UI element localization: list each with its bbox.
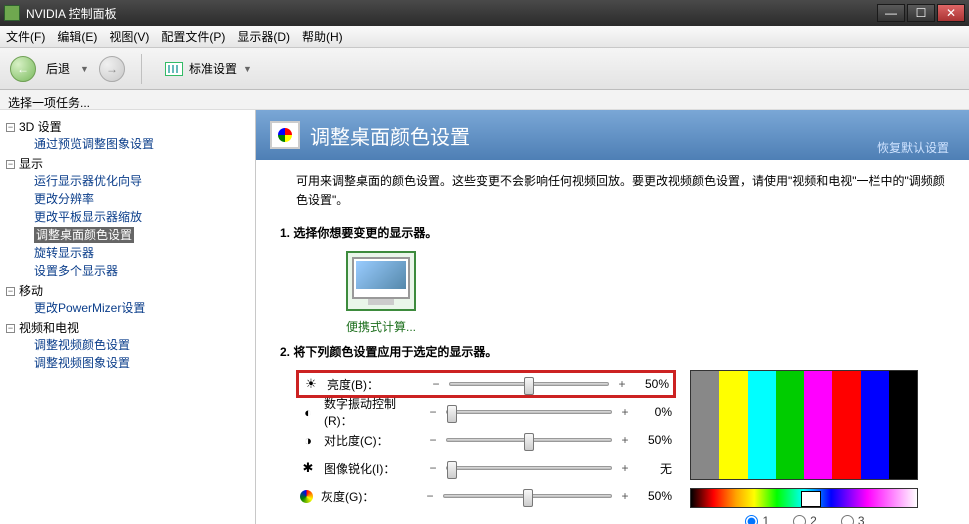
tree-leaf-3d-preview[interactable]: 通过预览调整图象设置 — [4, 135, 251, 153]
color-wheel-icon — [278, 128, 292, 142]
back-label: 后退 — [46, 60, 70, 77]
separator — [141, 54, 142, 84]
tree-leaf-rotate[interactable]: 旋转显示器 — [4, 244, 251, 262]
sharpen-label: 图像锐化(I)： — [324, 460, 420, 477]
tree-leaf-multidisplay[interactable]: 设置多个显示器 — [4, 262, 251, 280]
display-caption: 便携式计算... — [336, 318, 426, 335]
step1-heading: 1. 选择你想要变更的显示器。 — [280, 224, 949, 241]
page-banner: 调整桌面颜色设置 恢复默认设置 — [256, 110, 969, 160]
banner-icon — [270, 121, 300, 149]
sharpen-minus[interactable]: − — [428, 461, 438, 475]
tree-cat-display[interactable]: −显示 — [4, 155, 251, 172]
maximize-button[interactable]: ☐ — [907, 4, 935, 22]
back-button[interactable]: ← — [10, 56, 36, 82]
brightness-label: 亮度(B)： — [327, 376, 423, 393]
collapse-icon[interactable]: − — [6, 324, 15, 333]
tree-leaf-resolution[interactable]: 更改分辨率 — [4, 190, 251, 208]
gamma-plus[interactable]: + — [620, 489, 630, 503]
tree-cat-video[interactable]: −视频和电视 — [4, 319, 251, 336]
slider-row-gamma: 灰度(G)： − + 50% — [296, 482, 676, 510]
task-heading: 选择一项任务... — [0, 90, 969, 110]
back-dropdown-icon[interactable]: ▼ — [80, 64, 89, 74]
gamma-value: 50% — [638, 489, 672, 503]
menubar: 文件(F) 编辑(E) 视图(V) 配置文件(P) 显示器(D) 帮助(H) — [0, 26, 969, 48]
contrast-plus[interactable]: + — [620, 433, 630, 447]
monitor-icon — [352, 257, 410, 299]
contrast-label: 对比度(C)： — [324, 432, 420, 449]
slider-row-sharpen: ✱ 图像锐化(I)： − + 无 — [296, 454, 676, 482]
tree-leaf-flatpanel[interactable]: 更改平板显示器缩放 — [4, 208, 251, 226]
vibrance-minus[interactable]: − — [428, 405, 438, 419]
preview-panel: 1 2 3 预览图像 (W)： — [690, 370, 920, 524]
vibrance-plus[interactable]: + — [620, 405, 630, 419]
app-icon — [4, 5, 20, 21]
content: 调整桌面颜色设置 恢复默认设置 可用来调整桌面的颜色设置。这些变更不会影响任何视… — [256, 110, 969, 524]
contrast-slider[interactable] — [446, 438, 612, 442]
menu-view[interactable]: 视图(V) — [109, 28, 149, 45]
gradient-preview — [690, 488, 918, 508]
slider-row-contrast: ◑ 对比度(C)： − + 50% — [296, 426, 676, 454]
view-mode-button[interactable]: 标准设置 ▼ — [158, 57, 259, 80]
view-mode-label: 标准设置 — [189, 60, 237, 77]
page-title: 调整桌面颜色设置 — [310, 121, 470, 150]
sun-icon: ☀ — [303, 376, 319, 392]
sharpen-slider[interactable] — [446, 466, 612, 470]
grid-icon — [165, 62, 183, 76]
tree-leaf-color-settings[interactable]: 调整桌面颜色设置 — [4, 226, 251, 244]
color-bars-preview — [690, 370, 918, 480]
minimize-button[interactable]: — — [877, 4, 905, 22]
gamma-icon — [300, 490, 313, 503]
chevron-down-icon: ▼ — [243, 64, 252, 74]
vibrance-slider[interactable] — [446, 410, 612, 414]
intro-text: 可用来调整桌面的颜色设置。这些变更不会影响任何视频回放。要更改视频颜色设置，请使… — [296, 172, 949, 210]
gamma-slider[interactable] — [443, 494, 612, 498]
close-button[interactable]: ✕ — [937, 4, 965, 22]
sharpen-icon: ✱ — [300, 460, 316, 476]
monitor-stand-icon — [368, 299, 394, 305]
preview-radio-2[interactable]: 2 — [793, 514, 817, 524]
tree-leaf-video-color[interactable]: 调整视频颜色设置 — [4, 336, 251, 354]
menu-profile[interactable]: 配置文件(P) — [161, 28, 225, 45]
window-title: NVIDIA 控制面板 — [26, 5, 877, 22]
toolbar: ← 后退 ▼ → 标准设置 ▼ — [0, 48, 969, 90]
collapse-icon[interactable]: − — [6, 287, 15, 296]
vibrance-value: 0% — [638, 405, 672, 419]
display-thumbnail[interactable] — [346, 251, 416, 311]
gamma-minus[interactable]: − — [425, 489, 435, 503]
brightness-slider[interactable] — [449, 382, 609, 386]
gamma-label: 灰度(G)： — [321, 488, 417, 505]
preview-radio-1[interactable]: 1 — [745, 514, 769, 524]
step2-heading: 2. 将下列颜色设置应用于选定的显示器。 — [280, 343, 949, 360]
contrast-minus[interactable]: − — [428, 433, 438, 447]
preview-radio-3[interactable]: 3 — [841, 514, 865, 524]
brightness-value: 50% — [635, 377, 669, 391]
vibrance-label: 数字振动控制(R)： — [324, 395, 420, 429]
menu-display[interactable]: 显示器(D) — [237, 28, 290, 45]
restore-defaults-link[interactable]: 恢复默认设置 — [877, 139, 949, 156]
tree-leaf-optimize-wizard[interactable]: 运行显示器优化向导 — [4, 172, 251, 190]
collapse-icon[interactable]: − — [6, 160, 15, 169]
menu-edit[interactable]: 编辑(E) — [57, 28, 97, 45]
slider-row-vibrance: ◐ 数字振动控制(R)： − + 0% — [296, 398, 676, 426]
brightness-minus[interactable]: − — [431, 377, 441, 391]
sidebar: −3D 设置 通过预览调整图象设置 −显示 运行显示器优化向导 更改分辨率 更改… — [0, 110, 256, 524]
slider-row-brightness: ☀ 亮度(B)： − + 50% — [296, 370, 676, 398]
forward-button[interactable]: → — [99, 56, 125, 82]
vibrance-icon: ◐ — [300, 404, 316, 420]
collapse-icon[interactable]: − — [6, 123, 15, 132]
titlebar: NVIDIA 控制面板 — ☐ ✕ — [0, 0, 969, 26]
sharpen-value: 无 — [638, 460, 672, 477]
tree-cat-3d[interactable]: −3D 设置 — [4, 118, 251, 135]
contrast-value: 50% — [638, 433, 672, 447]
sharpen-plus[interactable]: + — [620, 461, 630, 475]
menu-file[interactable]: 文件(F) — [6, 28, 45, 45]
menu-help[interactable]: 帮助(H) — [302, 28, 343, 45]
tree-leaf-video-image[interactable]: 调整视频图象设置 — [4, 354, 251, 372]
contrast-icon: ◑ — [300, 432, 316, 448]
tree-leaf-powermizer[interactable]: 更改PowerMizer设置 — [4, 299, 251, 317]
brightness-plus[interactable]: + — [617, 377, 627, 391]
tree-cat-mobile[interactable]: −移动 — [4, 282, 251, 299]
